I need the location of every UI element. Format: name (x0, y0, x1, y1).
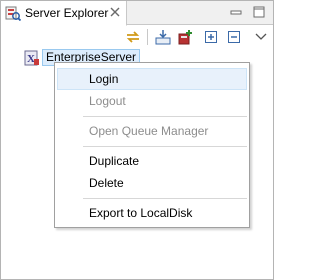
menu-separator (83, 198, 247, 199)
new-connection-icon[interactable] (177, 29, 193, 45)
minimize-icon[interactable] (229, 5, 243, 19)
menu-item-login[interactable]: Login (57, 68, 247, 90)
menu-item-open-queue-manager: Open Queue Manager (89, 124, 209, 138)
sync-icon[interactable] (125, 29, 141, 45)
menu-item-logout: Logout (89, 94, 126, 108)
menu-separator (83, 146, 247, 147)
import-icon[interactable] (155, 29, 171, 45)
tab-title: Server Explorer (25, 6, 109, 20)
server-explorer-view: Server Explorer X EnterpriseServer Login… (0, 0, 274, 280)
view-menu-icon[interactable] (253, 29, 269, 45)
maximize-icon[interactable] (252, 5, 266, 19)
enterprise-server-icon: X (24, 50, 40, 66)
toolbar-separator (147, 29, 148, 45)
collapse-all-icon[interactable] (226, 29, 242, 45)
menu-item-export-to-localdisk[interactable]: Export to LocalDisk (57, 202, 247, 224)
svg-text:X: X (27, 53, 35, 65)
server-explorer-icon (5, 5, 22, 22)
view-toolbar (1, 26, 273, 48)
view-tabstrip: Server Explorer (1, 1, 273, 26)
menu-item-duplicate[interactable]: Duplicate (57, 150, 247, 172)
menu-separator (83, 116, 247, 117)
close-icon[interactable] (109, 6, 121, 18)
expand-all-icon[interactable] (203, 29, 219, 45)
context-menu: Login Logout Open Queue Manager Duplicat… (54, 62, 250, 228)
menu-item-delete[interactable]: Delete (57, 172, 247, 194)
tab-server-explorer[interactable]: Server Explorer (1, 1, 127, 26)
